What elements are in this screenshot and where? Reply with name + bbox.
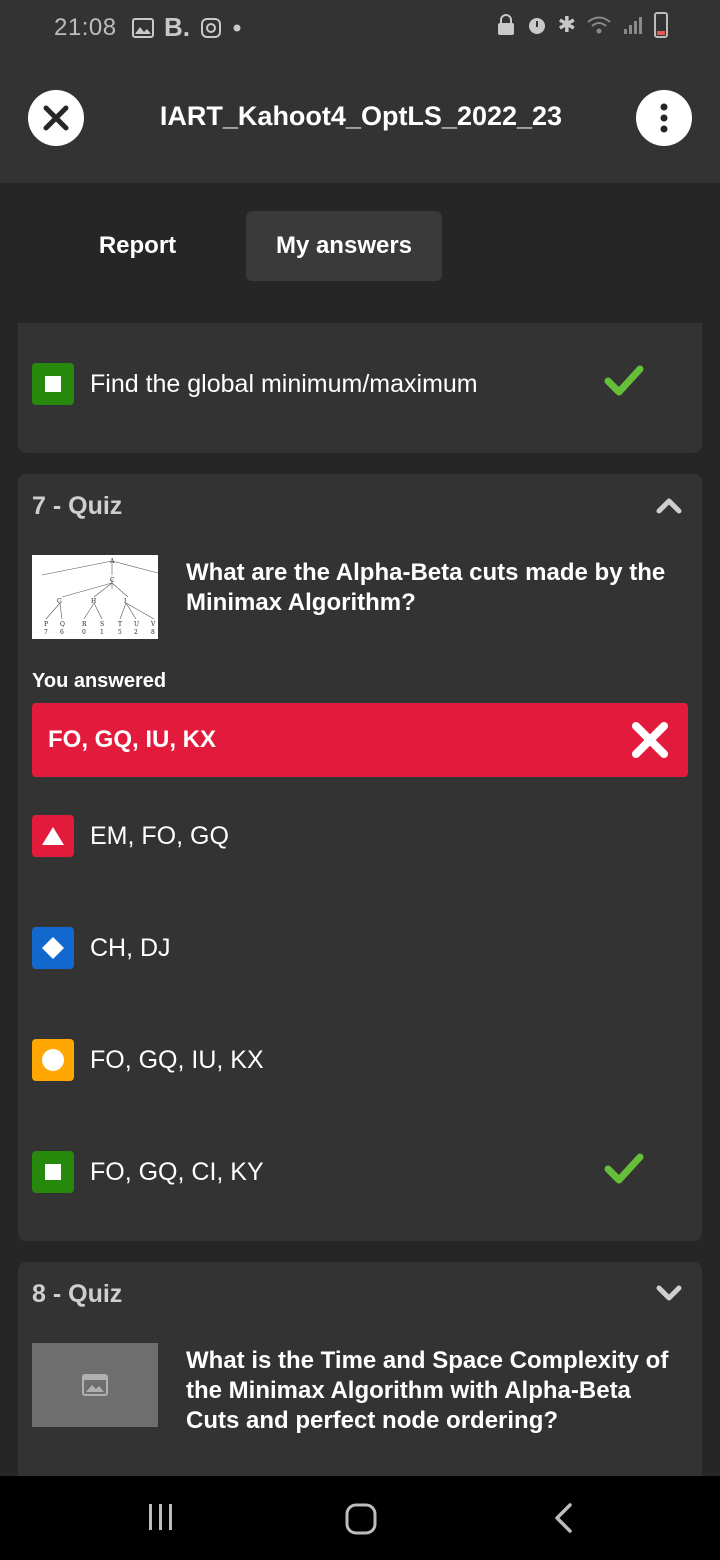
tab-bar: Report My answers: [0, 183, 720, 323]
answer-option: FO, GQ, IU, KX: [32, 1039, 688, 1081]
thumb-leaf-label: S: [100, 621, 104, 628]
image-placeholder-icon: [82, 1374, 108, 1396]
b-app-icon: B.: [164, 12, 190, 42]
instagram-icon: [201, 17, 221, 38]
thumb-leaf-label: Q: [60, 621, 65, 628]
question-text: What are the Alpha-Beta cuts made by the…: [186, 559, 666, 616]
bluetooth-icon: ✱: [557, 12, 576, 37]
diamond-shape-icon: [32, 927, 74, 969]
status-bar: 21:08 B. ✱: [0, 0, 720, 56]
wifi-icon: [587, 16, 611, 34]
square-shape-icon: [32, 1151, 74, 1193]
question-card-prev: Find the global minimum/maximum: [18, 323, 702, 453]
you-answered-label: You answered: [32, 670, 167, 692]
more-vertical-icon: [660, 103, 668, 133]
check-icon: [604, 365, 644, 396]
answer-option-text: EM, FO, GQ: [90, 821, 229, 850]
signal-icon: [624, 17, 642, 34]
thumb-leaf-value: 5: [118, 629, 122, 636]
thumb-leaf-label: U: [134, 621, 139, 628]
chevron-up-icon[interactable]: [656, 496, 682, 514]
answer-option: Find the global minimum/maximum: [32, 363, 688, 405]
thumb-leaf-label: V: [150, 621, 156, 628]
thumb-node-label: H: [91, 598, 96, 605]
status-time: 21:08: [54, 14, 117, 41]
your-answer-bar: FO, GQ, IU, KX: [32, 703, 688, 777]
thumb-leaf-value: 8: [151, 629, 155, 636]
question-text: What is the Time and Space Complexity of…: [186, 1347, 669, 1434]
answer-option: EM, FO, GQ: [32, 815, 688, 857]
incorrect-x-icon: [632, 722, 668, 758]
answer-option: CH, DJ: [32, 927, 688, 969]
tab-report[interactable]: Report: [70, 211, 205, 281]
thumb-leaf-label: R: [82, 621, 87, 628]
thumb-leaf-value: 2: [134, 629, 138, 636]
square-shape-icon: [32, 363, 74, 405]
question-image-placeholder: [32, 1343, 158, 1427]
question-card-8[interactable]: 8 - Quiz What is the Time and Space Comp…: [18, 1262, 702, 1482]
app-bar: IART_Kahoot4_OptLS_2022_23: [0, 56, 720, 183]
tab-my-answers[interactable]: My answers: [246, 211, 442, 281]
thumb-leaf-label: P: [44, 621, 48, 628]
home-icon[interactable]: [344, 1502, 378, 1536]
gallery-icon: [132, 17, 154, 38]
answer-option: FO, GQ, CI, KY: [32, 1151, 688, 1193]
thumb-leaf-value: 6: [60, 629, 64, 636]
thumb-leaf-value: 7: [44, 629, 48, 636]
answer-option-text: FO, GQ, IU, KX: [90, 1045, 264, 1074]
thumb-node-label: G: [57, 598, 62, 605]
thumb-leaf-label: T: [118, 621, 122, 628]
question-header: 8 - Quiz: [32, 1280, 123, 1308]
dot-icon: [233, 24, 241, 31]
more-options-button[interactable]: [636, 90, 692, 146]
triangle-shape-icon: [32, 815, 74, 857]
your-answer-text: FO, GQ, IU, KX: [48, 726, 217, 753]
thumb-mid-label: C: [110, 577, 115, 584]
thumb-leaf-value: 0: [82, 629, 86, 636]
navigation-bar: [0, 1476, 720, 1560]
answer-option-text: Find the global minimum/maximum: [90, 369, 478, 398]
page-title: IART_Kahoot4_OptLS_2022_23: [159, 101, 563, 131]
thumb-root-label: A: [109, 558, 115, 565]
recent-apps-icon[interactable]: [146, 1502, 176, 1532]
lock-icon: [497, 14, 514, 35]
battery-icon: [654, 12, 668, 38]
question-card-7[interactable]: 7 - Quiz A C G H I P Q R S T U V 7 6 0 1…: [18, 474, 702, 1241]
back-icon[interactable]: [552, 1502, 574, 1534]
circle-shape-icon: [32, 1039, 74, 1081]
check-icon: [604, 1153, 644, 1184]
alarm-icon: [528, 18, 545, 34]
question-header: 7 - Quiz: [32, 492, 123, 520]
chevron-down-icon[interactable]: [656, 1284, 682, 1302]
answer-option-text: FO, GQ, CI, KY: [90, 1157, 264, 1186]
thumb-leaf-value: 1: [100, 629, 104, 636]
answer-option-text: CH, DJ: [90, 933, 171, 962]
question-image: A C G H I P Q R S T U V 7 6 0 1 5 2 8: [32, 555, 158, 639]
